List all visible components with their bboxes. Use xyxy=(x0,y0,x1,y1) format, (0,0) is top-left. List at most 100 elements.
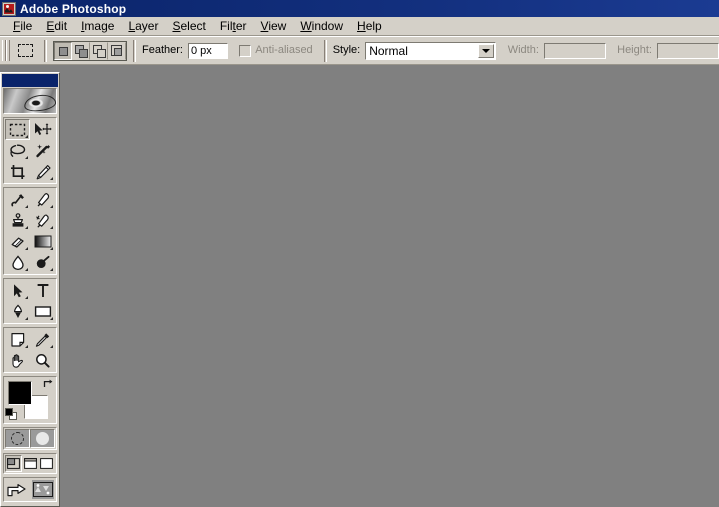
healing-brush-flyout-arrow-icon[interactable] xyxy=(25,205,28,208)
tool-options-bar: Feather: Anti-aliased Style: Normal Widt… xyxy=(0,36,719,65)
clone-stamp-flyout-arrow-icon[interactable] xyxy=(25,226,28,229)
toolbox-group-retouch xyxy=(3,187,57,275)
imageready-icon xyxy=(33,482,53,497)
toolbox-group-vector xyxy=(3,278,57,324)
options-divider-2 xyxy=(133,39,136,62)
menu-item-layer[interactable]: Layer xyxy=(121,18,165,35)
anti-aliased-label: Anti-aliased xyxy=(255,44,313,56)
full-screen-menu-icon xyxy=(23,458,37,469)
full-screen-icon xyxy=(40,458,54,469)
jump-to-imageready-button[interactable] xyxy=(5,479,31,500)
new-selection-button[interactable] xyxy=(54,41,72,60)
menu-item-view[interactable]: View xyxy=(254,18,294,35)
feather-label: Feather: xyxy=(142,44,183,56)
dodge-tool[interactable] xyxy=(30,252,55,273)
toolbox-palette xyxy=(0,72,60,507)
menu-item-help[interactable]: Help xyxy=(350,18,389,35)
pen-flyout-arrow-icon[interactable] xyxy=(25,317,28,320)
lasso-flyout-arrow-icon[interactable] xyxy=(25,156,28,159)
menu-item-image[interactable]: Image xyxy=(74,18,121,35)
style-label: Style: xyxy=(332,44,361,56)
pen-tool[interactable] xyxy=(5,301,30,322)
eyedropper-flyout-arrow-icon[interactable] xyxy=(50,345,53,348)
standard-screen-mode-button[interactable] xyxy=(5,455,22,472)
options-bar-grip[interactable] xyxy=(2,39,10,62)
feather-input[interactable] xyxy=(186,41,229,60)
jump-to-icon xyxy=(7,483,26,496)
crop-tool[interactable] xyxy=(5,161,30,182)
path-selection-tool[interactable] xyxy=(5,280,30,301)
anti-aliased-checkbox[interactable] xyxy=(239,44,252,57)
magic-wand-tool[interactable] xyxy=(30,140,55,161)
width-label: Width: xyxy=(507,44,539,56)
menu-item-select[interactable]: Select xyxy=(165,18,212,35)
standard-mode-icon xyxy=(11,432,24,445)
selection-mode-group xyxy=(53,40,127,61)
rectangle-shape-tool[interactable] xyxy=(30,301,55,322)
full-screen-mode-button[interactable] xyxy=(38,455,56,472)
quick-mask-mode-button[interactable] xyxy=(30,429,55,448)
swap-colors-icon[interactable] xyxy=(42,378,54,390)
healing-brush-tool[interactable] xyxy=(5,189,30,210)
path-selection-flyout-arrow-icon[interactable] xyxy=(25,296,28,299)
intersect-selection-button[interactable] xyxy=(108,41,126,60)
subtract-from-selection-button[interactable] xyxy=(90,41,108,60)
default-colors-icon[interactable] xyxy=(5,408,18,421)
anti-aliased-checkbox-group[interactable]: Anti-aliased xyxy=(239,44,317,57)
zoom-tool[interactable] xyxy=(30,350,55,371)
clone-stamp-tool[interactable] xyxy=(5,210,30,231)
gradient-tool[interactable] xyxy=(30,231,55,252)
photoshop-eye-banner xyxy=(3,88,57,114)
width-input[interactable] xyxy=(542,41,607,60)
slice-flyout-arrow-icon[interactable] xyxy=(50,177,53,180)
window-titlebar: Adobe Photoshop xyxy=(0,0,719,17)
hand-tool[interactable] xyxy=(5,350,30,371)
move-tool[interactable] xyxy=(30,119,55,140)
foreground-color-swatch[interactable] xyxy=(8,381,32,405)
type-tool[interactable] xyxy=(30,280,55,301)
lasso-tool[interactable] xyxy=(5,140,30,161)
standard-mode-button[interactable] xyxy=(5,429,30,448)
blur-tool[interactable] xyxy=(5,252,30,273)
menu-item-file[interactable]: File xyxy=(6,18,39,35)
menu-item-filter[interactable]: Filter xyxy=(213,18,254,35)
photoshop-window: Adobe Photoshop File Edit Image Layer Se… xyxy=(0,0,719,507)
rectangular-marquee-tool[interactable] xyxy=(5,119,30,140)
options-divider-3 xyxy=(323,39,327,62)
history-brush-flyout-arrow-icon[interactable] xyxy=(50,226,53,229)
menu-label-edit: dit xyxy=(54,18,68,33)
quick-mask-group xyxy=(3,427,57,450)
chevron-down-icon[interactable] xyxy=(478,43,495,58)
notes-flyout-arrow-icon[interactable] xyxy=(25,345,28,348)
height-input[interactable] xyxy=(655,41,719,60)
menu-item-window[interactable]: Window xyxy=(293,18,350,35)
dodge-flyout-arrow-icon[interactable] xyxy=(50,268,53,271)
notes-tool[interactable] xyxy=(5,329,30,350)
imageready-button[interactable] xyxy=(31,479,55,500)
marquee-flyout-arrow-icon[interactable] xyxy=(25,135,28,138)
slice-tool[interactable] xyxy=(30,161,55,182)
rectangle-shape-flyout-arrow-icon[interactable] xyxy=(50,317,53,320)
history-brush-tool[interactable] xyxy=(30,210,55,231)
blur-flyout-arrow-icon[interactable] xyxy=(25,268,28,271)
menu-label-image: mage xyxy=(84,18,115,33)
menu-label-filter: er xyxy=(235,18,247,33)
jump-to-group xyxy=(3,477,57,502)
menu-label-file: ile xyxy=(20,18,33,33)
full-screen-with-menu-button[interactable] xyxy=(21,455,39,472)
toolbox-titlebar[interactable] xyxy=(2,74,58,87)
add-to-selection-button[interactable] xyxy=(72,41,90,60)
menu-item-edit[interactable]: Edit xyxy=(39,18,74,35)
eyedropper-tool[interactable] xyxy=(30,329,55,350)
current-tool-indicator[interactable] xyxy=(12,39,38,63)
eraser-tool[interactable] xyxy=(5,231,30,252)
toolbox-group-selection xyxy=(3,117,57,184)
brush-tool[interactable] xyxy=(30,189,55,210)
toolbox-group-navigation xyxy=(3,327,57,373)
style-select[interactable]: Normal xyxy=(365,41,497,60)
window-title: Adobe Photoshop xyxy=(20,1,127,16)
eraser-flyout-arrow-icon[interactable] xyxy=(25,247,28,250)
gradient-flyout-arrow-icon[interactable] xyxy=(50,247,53,250)
menu-label-window: indow xyxy=(311,18,344,33)
brush-flyout-arrow-icon[interactable] xyxy=(50,205,53,208)
